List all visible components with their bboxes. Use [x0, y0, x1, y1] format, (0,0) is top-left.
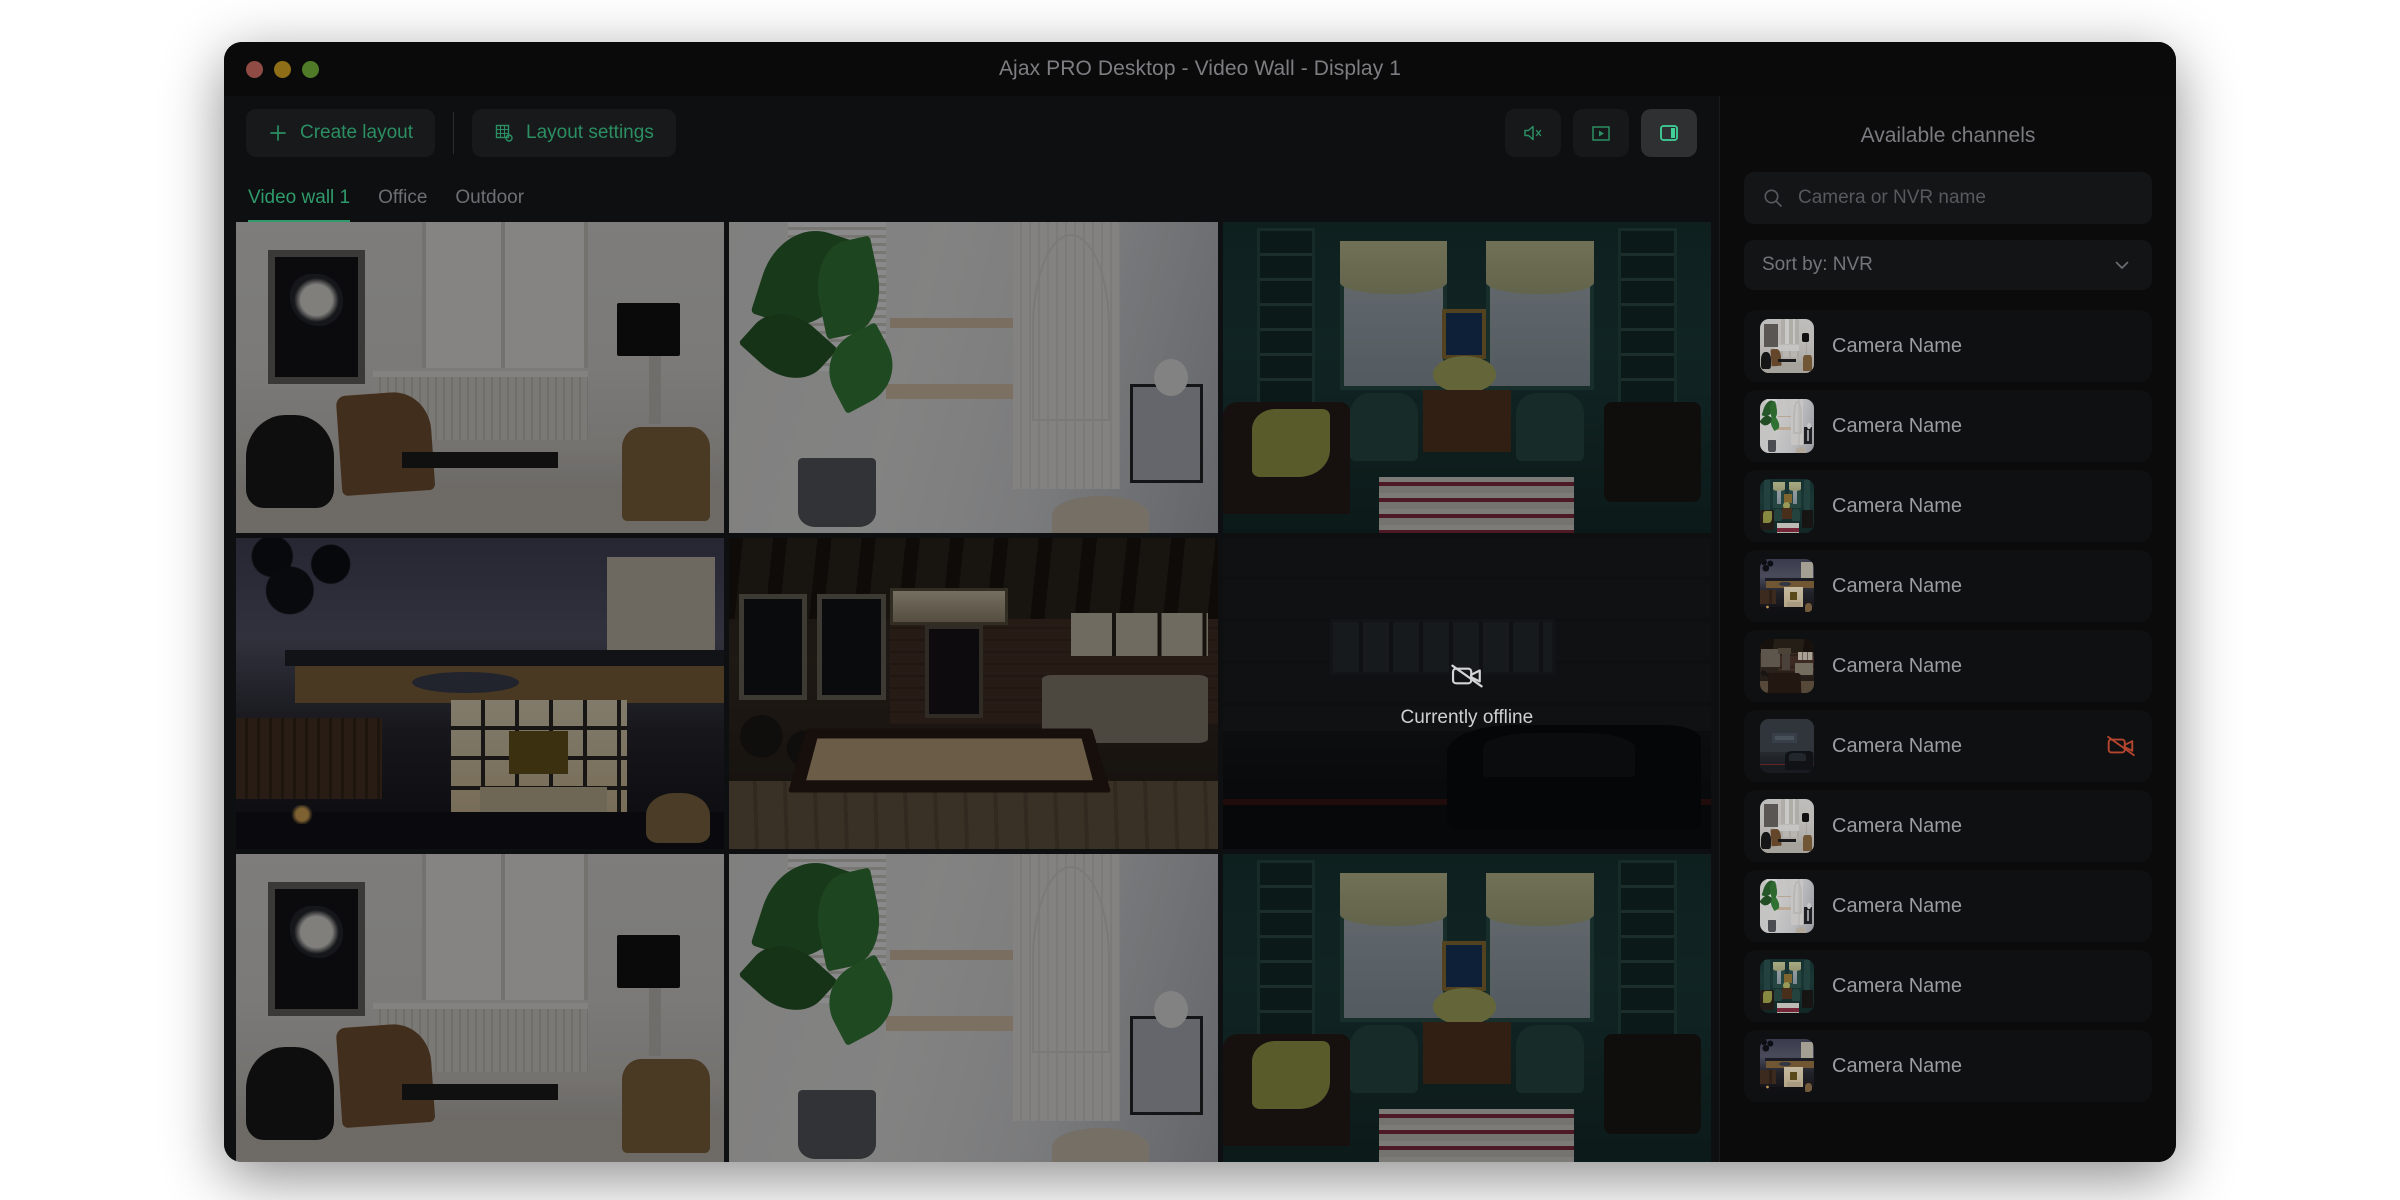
channel-thumbnail: [1760, 879, 1814, 933]
create-layout-label: Create layout: [300, 122, 414, 143]
layout-settings-button[interactable]: Layout settings: [472, 109, 676, 157]
channel-list[interactable]: Camera Name Camera Name Camera Name Camera …: [1744, 310, 2152, 1162]
video-tile[interactable]: [729, 222, 1218, 533]
camera-off-icon: [1451, 664, 1483, 687]
mute-button[interactable]: [1505, 109, 1561, 157]
speaker-muted-icon: [1524, 125, 1542, 141]
video-tile[interactable]: [236, 538, 725, 849]
video-tile[interactable]: [729, 854, 1218, 1162]
offline-status-text: Currently offline: [1400, 706, 1534, 728]
camera-off-icon: [2107, 735, 2135, 757]
screen: Ajax PRO Desktop - Video Wall - Display …: [0, 0, 2400, 1200]
channel-name: Camera Name: [1832, 1054, 1963, 1077]
channel-name: Camera Name: [1832, 894, 1963, 917]
tile-dim-overlay: [236, 854, 725, 1162]
tile-dim-overlay: [729, 538, 1218, 849]
chevron-down-icon: [2115, 261, 2129, 269]
channel-name: Camera Name: [1832, 654, 1963, 677]
search-icon: [1764, 189, 1782, 207]
side-panel-toggle-icon: [1660, 125, 1678, 141]
window-controls: [246, 42, 319, 96]
maximize-button[interactable]: [302, 60, 319, 78]
channel-thumbnail: [1760, 479, 1814, 533]
toolbar: Create layout Layout settings: [224, 96, 1719, 170]
channel-name: Camera Name: [1832, 494, 1963, 517]
channel-list-item[interactable]: Camera Name: [1744, 630, 2152, 702]
channel-name: Camera Name: [1832, 334, 1963, 357]
tile-dim-overlay: [1222, 222, 1711, 533]
channel-thumbnail: [1760, 799, 1814, 853]
tab-office[interactable]: Office: [378, 187, 427, 222]
video-grid-wrapper: Currently offline: [224, 222, 1719, 1162]
offline-overlay: Currently offline: [1223, 538, 1711, 849]
toolbar-divider: [453, 112, 455, 154]
channel-list-item[interactable]: Camera Name: [1744, 870, 2152, 942]
channel-list-item[interactable]: Camera Name: [1744, 1030, 2152, 1102]
channel-thumbnail: [1760, 399, 1814, 453]
channel-name: Camera Name: [1832, 814, 1963, 837]
channel-list-item[interactable]: Camera Name: [1744, 710, 2152, 782]
search-input[interactable]: [1798, 187, 2134, 209]
channel-thumbnail: [1760, 959, 1814, 1013]
sort-label: Sort by: NVR: [1762, 254, 1873, 275]
channel-list-item[interactable]: Camera Name: [1744, 950, 2152, 1022]
window-title: Ajax PRO Desktop - Video Wall - Display …: [998, 57, 1402, 80]
channel-offline-icon: [2106, 731, 2136, 761]
tile-dim-overlay: [236, 538, 725, 849]
tile-dim-overlay: [729, 854, 1218, 1162]
channel-thumbnail: [1760, 559, 1814, 613]
channel-thumbnail: [1760, 719, 1814, 773]
tab-outdoor[interactable]: Outdoor: [455, 187, 524, 222]
minimize-button[interactable]: [274, 60, 291, 78]
create-layout-button[interactable]: Create layout: [246, 109, 436, 157]
title-bar: Ajax PRO Desktop - Video Wall - Display …: [224, 42, 2176, 96]
app-window: Ajax PRO Desktop - Video Wall - Display …: [224, 42, 2176, 1162]
channel-list-item[interactable]: Camera Name: [1744, 390, 2152, 462]
tile-dim-overlay: [1222, 854, 1711, 1162]
video-grid: Currently offline: [236, 222, 1711, 1162]
video-tile[interactable]: [1222, 222, 1711, 533]
tab-video-wall-1[interactable]: Video wall 1: [248, 187, 351, 222]
window-body: Create layout Layout settings Video wall…: [224, 96, 2176, 1162]
available-channels-panel: Available channels Sort by: NVR Camera N…: [1719, 96, 2176, 1162]
video-tile[interactable]: [236, 854, 725, 1162]
channel-list-item[interactable]: Camera Name: [1744, 550, 2152, 622]
tile-dim-overlay: [236, 222, 725, 533]
channel-name: Camera Name: [1832, 414, 1963, 437]
play-button[interactable]: [1573, 109, 1629, 157]
video-tile[interactable]: Currently offline: [1222, 538, 1711, 849]
channel-name: Camera Name: [1832, 574, 1963, 597]
channel-thumbnail: [1760, 319, 1814, 373]
toggle-channels-panel-button[interactable]: [1641, 109, 1697, 157]
play-in-square-icon: [1592, 126, 1610, 141]
video-tile[interactable]: [729, 538, 1218, 849]
channel-thumbnail: [1760, 1039, 1814, 1093]
channel-list-item[interactable]: Camera Name: [1744, 310, 2152, 382]
close-button[interactable]: [246, 60, 263, 78]
layout-settings-label: Layout settings: [526, 122, 654, 143]
video-tile[interactable]: [1222, 854, 1711, 1162]
sort-dropdown[interactable]: Sort by: NVR: [1744, 240, 2152, 290]
channel-thumbnail: [1760, 639, 1814, 693]
tile-dim-overlay: [729, 222, 1218, 533]
layout-tabs: Video wall 1 Office Outdoor: [224, 170, 1719, 222]
channel-list-item[interactable]: Camera Name: [1744, 790, 2152, 862]
search-box[interactable]: [1744, 172, 2152, 224]
grid-settings-icon: [495, 124, 513, 142]
channel-name: Camera Name: [1832, 974, 1963, 997]
video-wall-pane: Create layout Layout settings Video wall…: [224, 96, 1719, 1162]
channel-list-item[interactable]: Camera Name: [1744, 470, 2152, 542]
channel-name: Camera Name: [1832, 734, 1963, 757]
panel-title: Available channels: [1860, 124, 2036, 147]
plus-icon: [270, 125, 286, 141]
video-tile[interactable]: [236, 222, 725, 533]
